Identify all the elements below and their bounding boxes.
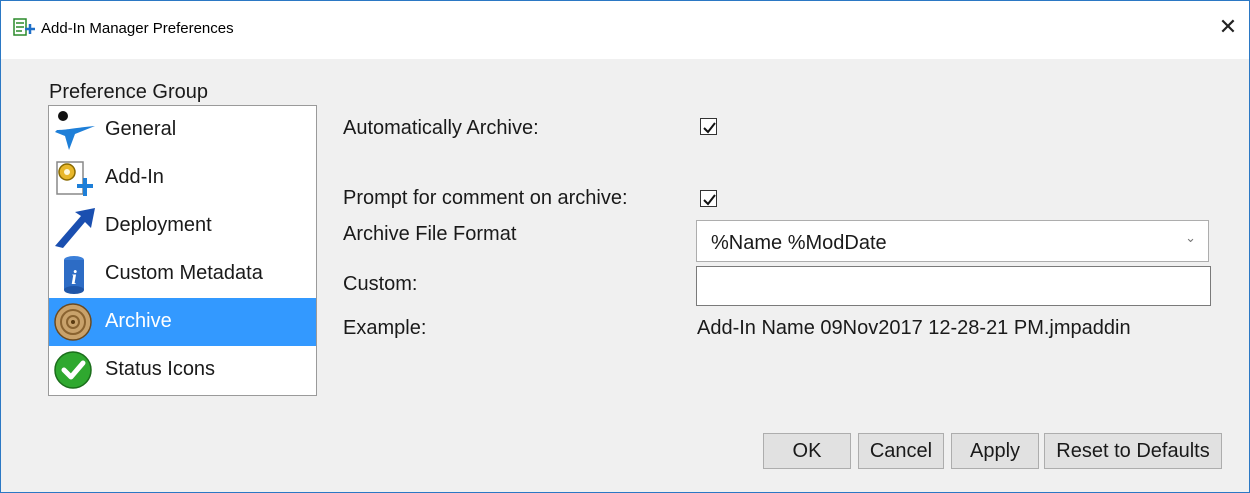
cancel-button[interactable]: Cancel xyxy=(858,433,944,469)
auto-archive-checkbox[interactable] xyxy=(700,118,717,135)
archive-file-format-label: Archive File Format xyxy=(343,223,517,245)
custom-label: Custom: xyxy=(343,273,418,295)
title-bar: Add-In Manager Preferences ✕ xyxy=(1,1,1249,59)
group-item-label: Add-In xyxy=(105,166,164,188)
custom-format-input[interactable] xyxy=(696,266,1211,306)
group-item-label: Deployment xyxy=(105,214,212,236)
group-item-label: Archive xyxy=(105,310,172,332)
svg-text:i: i xyxy=(71,267,77,289)
close-icon: ✕ xyxy=(1218,15,1238,40)
preference-group-list: General Add-In Deployment i Custom Metad… xyxy=(48,105,317,396)
group-item-archive[interactable]: Archive xyxy=(49,298,316,346)
close-button[interactable]: ✕ xyxy=(1211,11,1245,45)
prompt-comment-label: Prompt for comment on archive: xyxy=(343,187,628,209)
group-item-add-in[interactable]: Add-In xyxy=(49,154,316,202)
checkmark-icon xyxy=(703,122,716,134)
archive-roll-icon xyxy=(51,300,97,344)
group-item-general[interactable]: General xyxy=(49,106,316,154)
group-item-deployment[interactable]: Deployment xyxy=(49,202,316,250)
group-item-label: General xyxy=(105,118,177,140)
chevron-down-icon: ⌄ xyxy=(1185,231,1196,246)
preference-group-label: Preference Group xyxy=(49,81,208,103)
addin-gear-icon xyxy=(51,156,97,200)
archive-file-format-select[interactable]: %Name %ModDate ⌄ xyxy=(696,220,1209,262)
ok-button[interactable]: OK xyxy=(763,433,851,469)
auto-archive-label: Automatically Archive: xyxy=(343,117,539,139)
checkmark-icon xyxy=(703,194,716,206)
reset-to-defaults-button[interactable]: Reset to Defaults xyxy=(1044,433,1222,469)
archive-file-format-value: %Name %ModDate xyxy=(711,232,887,254)
window-title: Add-In Manager Preferences xyxy=(41,20,234,37)
prompt-comment-checkbox[interactable] xyxy=(700,190,717,207)
apply-button[interactable]: Apply xyxy=(951,433,1039,469)
green-check-icon xyxy=(51,348,97,392)
group-item-label: Status Icons xyxy=(105,358,216,380)
example-label: Example: xyxy=(343,317,427,339)
group-item-label: Custom Metadata xyxy=(105,262,263,284)
add-in-manager-preferences-dialog: Add-In Manager Preferences ✕ Preference … xyxy=(0,0,1250,493)
example-value: Add-In Name 09Nov2017 12-28-21 PM.jmpadd… xyxy=(697,317,1131,339)
deployment-arrow-icon xyxy=(51,204,97,248)
group-item-custom-metadata[interactable]: i Custom Metadata xyxy=(49,250,316,298)
addin-manager-icon xyxy=(13,17,37,39)
group-item-status-icons[interactable]: Status Icons xyxy=(49,346,316,394)
general-star-icon xyxy=(51,108,97,152)
info-icon: i xyxy=(51,252,97,296)
